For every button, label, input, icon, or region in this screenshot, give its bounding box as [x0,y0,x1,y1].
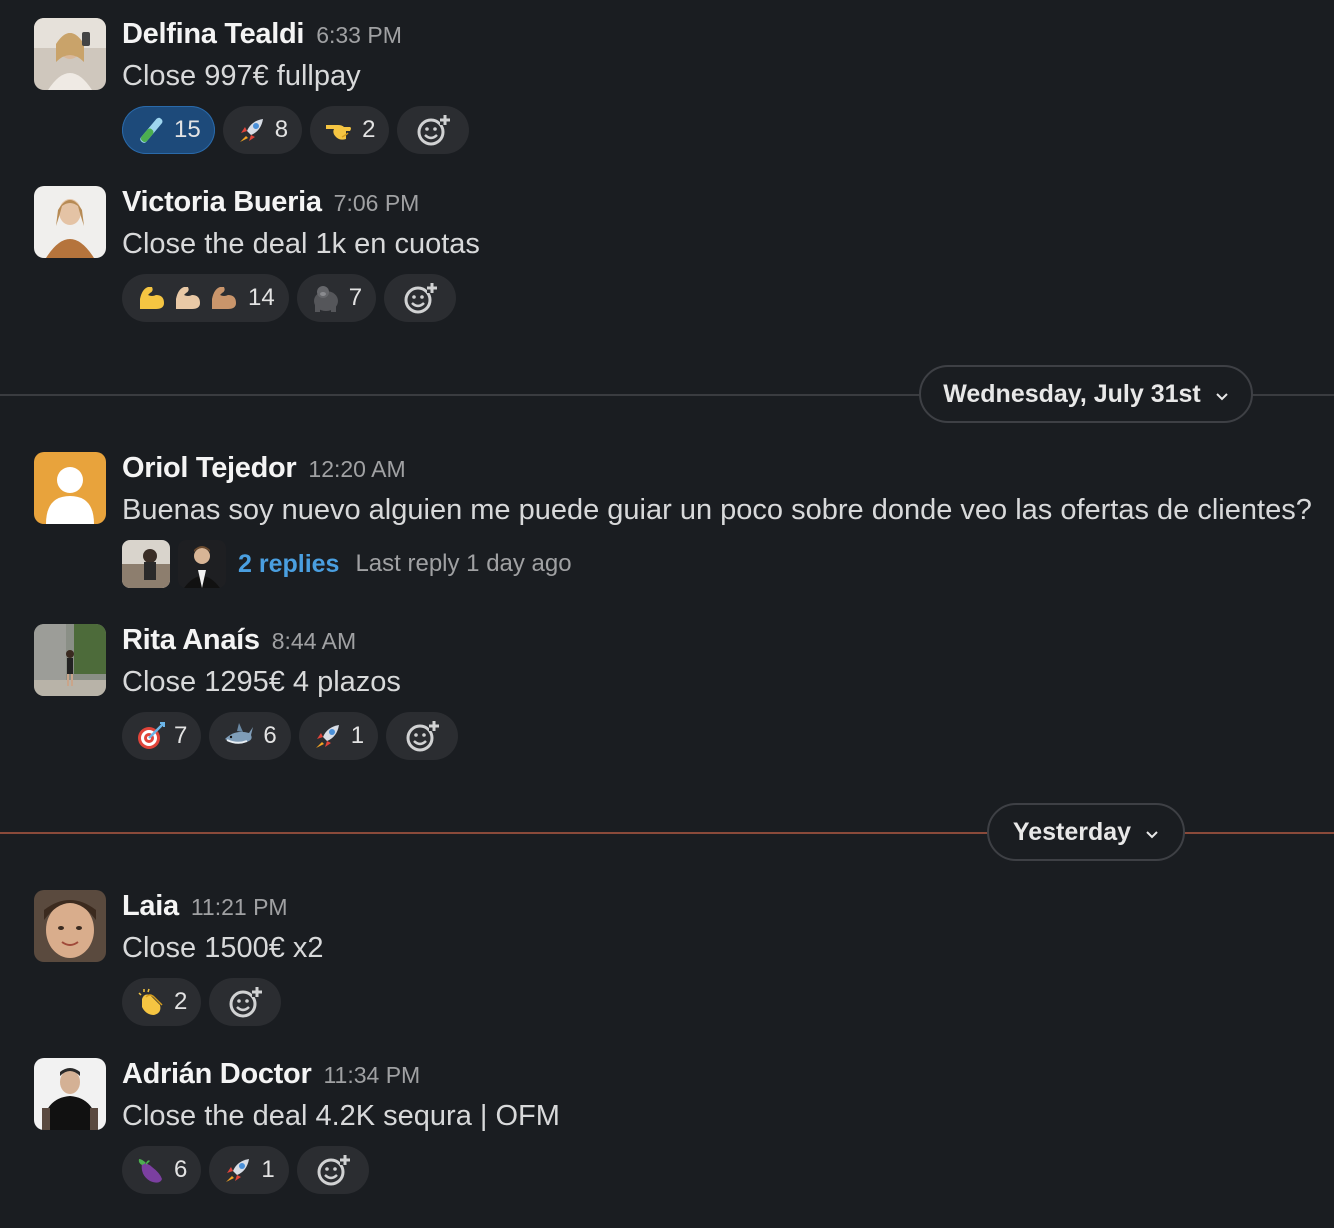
message-adrian-doctor: Adrián Doctor 11:34 PM Close the deal 4.2… [0,1058,1334,1198]
date-label: Yesterday [1012,817,1132,846]
rocket-icon [313,721,343,751]
flexed-biceps-icon [136,283,240,313]
pointing-hand-icon [324,115,354,145]
chevron-down-icon [1215,380,1229,409]
reaction-count: 15 [174,116,201,143]
date-divider-wednesday[interactable]: Wednesday, July 31st [919,365,1253,423]
reaction-test-tube[interactable]: 15 [122,106,215,154]
reaction-direct-hit[interactable]: 7 [122,712,202,760]
timestamp[interactable]: 11:21 PM [191,894,288,920]
avatar[interactable] [34,890,106,962]
message-text: Close the deal 1k en cuotas [122,228,480,260]
reaction-rocket[interactable]: 1 [298,712,379,760]
timestamp[interactable]: 7:06 PM [334,190,420,216]
message-text: Close 997€ fullpay [122,60,361,92]
sender-name[interactable]: Delfina Tealdi [122,18,305,50]
date-label: Wednesday, July 31st [943,379,1201,408]
direct-hit-icon [136,721,166,751]
avatar[interactable] [34,452,106,524]
message-text: Close 1500€ x2 [122,932,324,964]
reaction-rocket[interactable]: 1 [209,1146,289,1194]
sender-name[interactable]: Rita Anaís [122,624,260,656]
message-delfina-tealdi: Delfina Tealdi 6:33 PM Close 997€ fullpay… [0,18,1334,158]
add-reaction-button[interactable] [397,106,470,154]
replies-link[interactable]: 2 replies [238,550,339,579]
message-text: Buenas soy nuevo alguien me puede guiar … [122,494,1312,526]
message-victoria-bueria: Victoria Bueria 7:06 PM Close the deal 1k… [0,186,1334,326]
message-header: Laia 11:21 PM [122,890,288,923]
chevron-down-icon [1145,818,1159,847]
reaction-bar: 2 [122,978,282,1026]
add-reaction-button[interactable] [296,1146,369,1194]
reaction-flexed-biceps[interactable]: 14 [122,274,289,322]
reaction-bar: 7 6 1 [122,712,459,760]
gorilla-icon [311,283,341,313]
avatar[interactable] [34,1058,106,1130]
date-divider-yesterday[interactable]: Yesterday [987,803,1185,861]
sender-name[interactable]: Victoria Bueria [122,186,322,218]
avatar[interactable] [34,18,106,90]
sender-name[interactable]: Adrián Doctor [122,1058,312,1090]
reply-avatar [122,540,170,588]
sender-name[interactable]: Oriol Tejedor [122,452,297,484]
reaction-count: 14 [248,284,275,311]
clapping-hands-icon [136,987,166,1017]
reaction-bar: 14 7 [122,274,457,322]
sender-name[interactable]: Laia [122,890,179,922]
reaction-gorilla[interactable]: 7 [296,274,377,322]
reaction-shark[interactable]: 6 [209,712,291,760]
add-reaction-button[interactable] [386,712,459,760]
reaction-count: 7 [348,284,363,311]
reaction-count: 6 [263,722,277,749]
reaction-bar: 6 1 [122,1146,369,1194]
timestamp[interactable]: 11:34 PM [323,1062,420,1088]
timestamp[interactable]: 12:20 AM [308,456,405,482]
add-reaction-button[interactable] [384,274,457,322]
add-reaction-icon [228,985,263,1019]
rocket-icon [223,1155,253,1185]
message-header: Rita Anaís 8:44 AM [122,624,356,657]
add-reaction-icon [403,281,438,315]
add-reaction-icon [405,719,440,753]
timestamp[interactable]: 8:44 AM [272,628,356,654]
message-header: Oriol Tejedor 12:20 AM [122,452,406,485]
thread-replies[interactable]: 2 replies Last reply 1 day ago [122,540,572,588]
add-reaction-icon [316,1153,350,1187]
add-reaction-icon [416,113,451,147]
avatar[interactable] [34,624,106,696]
message-header: Delfina Tealdi 6:33 PM [122,18,402,51]
timestamp[interactable]: 6:33 PM [316,22,402,48]
eggplant-icon [136,1155,166,1185]
reaction-count: 2 [174,988,188,1015]
message-rita-anais: Rita Anaís 8:44 AM Close 1295€ 4 plazos 7… [0,624,1334,764]
message-header: Victoria Bueria 7:06 PM [122,186,419,219]
shark-icon [223,721,255,751]
reaction-count: 1 [261,1156,275,1183]
test-tube-icon [136,115,166,145]
message-text: Close the deal 4.2K sequra | OFM [122,1100,560,1132]
reaction-eggplant[interactable]: 6 [122,1146,202,1194]
reaction-count: 8 [274,116,289,143]
reaction-count: 1 [350,722,365,749]
message-text: Close 1295€ 4 plazos [122,666,401,698]
avatar[interactable] [34,186,106,258]
reaction-clapping-hands[interactable]: 2 [122,978,202,1026]
reply-avatar [178,540,226,588]
reaction-rocket[interactable]: 8 [222,106,303,154]
message-header: Adrián Doctor 11:34 PM [122,1058,420,1091]
reaction-count: 6 [174,1156,188,1183]
rocket-icon [237,115,267,145]
reaction-count: 2 [362,116,376,143]
add-reaction-button[interactable] [209,978,282,1026]
message-oriol-tejedor: Oriol Tejedor 12:20 AM Buenas soy nuevo a… [0,452,1334,592]
reaction-bar: 15 8 2 [122,106,470,154]
message-laia: Laia 11:21 PM Close 1500€ x2 2 [0,890,1334,1030]
reaction-count: 7 [174,722,188,749]
last-reply-text: Last reply 1 day ago [355,550,572,577]
reaction-pointing-hand[interactable]: 2 [310,106,390,154]
